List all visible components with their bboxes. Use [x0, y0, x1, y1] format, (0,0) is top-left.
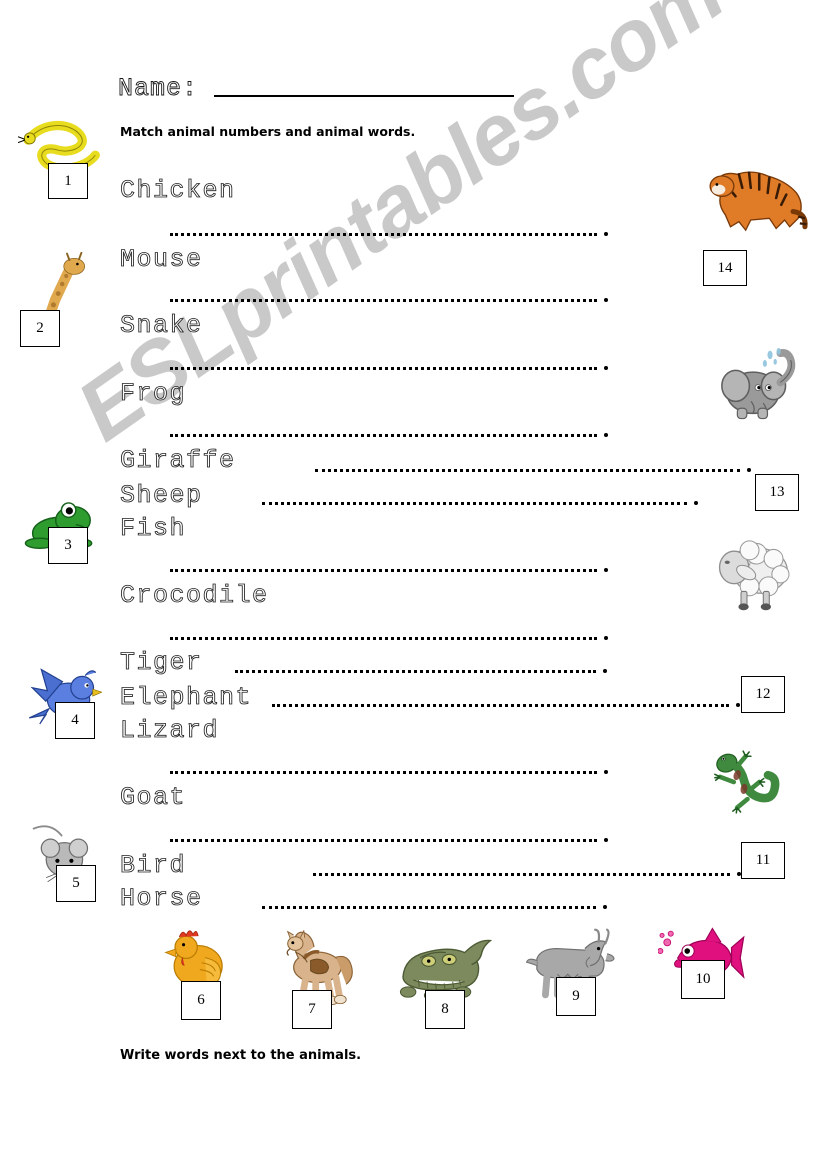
answer-line[interactable] [170, 232, 608, 236]
number-box-8[interactable]: 8 [425, 990, 465, 1029]
animal-word-crocodile: Crocodile [120, 581, 269, 610]
answer-line-endpoint-dot [604, 366, 608, 370]
animal-word-elephant: Elephant [120, 683, 253, 712]
answer-line[interactable] [170, 770, 608, 774]
number-box-7[interactable]: 7 [292, 990, 332, 1029]
number-box-13[interactable]: 13 [755, 474, 799, 511]
number-box-12[interactable]: 12 [741, 676, 785, 713]
number-box-4[interactable]: 4 [55, 702, 95, 739]
answer-line[interactable] [262, 501, 698, 505]
animal-word-fish: Fish [120, 514, 187, 543]
number-box-1[interactable]: 1 [48, 163, 88, 199]
number-box-5[interactable]: 5 [56, 865, 96, 902]
answer-line-endpoint-dot [604, 232, 608, 236]
animal-word-sheep: Sheep [120, 481, 203, 510]
animal-word-horse: Horse [120, 884, 203, 913]
answer-line[interactable] [170, 298, 608, 302]
answer-line-dots [170, 770, 597, 774]
worksheet-page: ESLprintables.com Name: Match animal num… [0, 0, 826, 1169]
sheep-illustration [708, 528, 798, 612]
animal-word-tiger: Tiger [120, 648, 203, 677]
answer-line-dots [170, 298, 597, 302]
name-write-line[interactable] [214, 95, 515, 97]
name-label: Name: [118, 74, 199, 103]
answer-line[interactable] [170, 433, 608, 437]
answer-line-endpoint-dot [603, 669, 607, 673]
answer-line-dots [262, 905, 596, 909]
animal-word-mouse: Mouse [120, 245, 203, 274]
answer-line-dots [272, 703, 729, 707]
animal-word-snake: Snake [120, 311, 203, 340]
instruction-bottom: Write words next to the animals. [120, 1048, 362, 1063]
answer-line-endpoint-dot [604, 770, 608, 774]
answer-line-dots [170, 433, 597, 437]
number-box-11[interactable]: 11 [741, 842, 785, 879]
answer-line[interactable] [313, 872, 741, 876]
answer-line[interactable] [315, 468, 751, 472]
answer-line-endpoint-dot [604, 433, 608, 437]
answer-line-endpoint-dot [603, 905, 607, 909]
animal-word-lizard: Lizard [120, 716, 220, 745]
instruction-top: Match animal numbers and animal words. [120, 124, 416, 139]
number-box-2[interactable]: 2 [20, 310, 60, 347]
answer-line[interactable] [170, 838, 608, 842]
elephant-illustration [712, 348, 804, 422]
answer-line-dots [170, 636, 597, 640]
answer-line-endpoint-dot [747, 468, 751, 472]
answer-line-dots [262, 501, 687, 505]
answer-line-dots [170, 366, 597, 370]
number-box-3[interactable]: 3 [48, 527, 88, 564]
number-box-10[interactable]: 10 [681, 960, 725, 999]
answer-line-dots [235, 669, 596, 673]
number-box-9[interactable]: 9 [556, 977, 596, 1016]
number-box-14[interactable]: 14 [703, 250, 747, 286]
answer-line[interactable] [272, 703, 740, 707]
animal-word-giraffe: Giraffe [120, 446, 236, 475]
answer-line[interactable] [235, 669, 607, 673]
answer-line-dots [170, 838, 597, 842]
answer-line[interactable] [170, 366, 608, 370]
answer-line[interactable] [170, 636, 608, 640]
animal-word-bird: Bird [120, 851, 187, 880]
name-field-row: Name: [118, 74, 515, 103]
animal-word-chicken: Chicken [120, 176, 236, 205]
animal-word-goat: Goat [120, 783, 187, 812]
lizard-illustration [700, 746, 788, 818]
tiger-illustration [700, 158, 810, 238]
answer-line-endpoint-dot [694, 501, 698, 505]
answer-line-dots [170, 232, 597, 236]
answer-line-endpoint-dot [604, 838, 608, 842]
answer-line-endpoint-dot [604, 636, 608, 640]
number-box-6[interactable]: 6 [181, 981, 221, 1020]
answer-line-dots [170, 568, 597, 572]
answer-line-endpoint-dot [604, 568, 608, 572]
answer-line[interactable] [262, 905, 607, 909]
answer-line-dots [315, 468, 740, 472]
answer-line-dots [313, 872, 730, 876]
answer-line-endpoint-dot [736, 703, 740, 707]
answer-line-endpoint-dot [604, 298, 608, 302]
animal-word-frog: Frog [120, 379, 187, 408]
answer-line[interactable] [170, 568, 608, 572]
